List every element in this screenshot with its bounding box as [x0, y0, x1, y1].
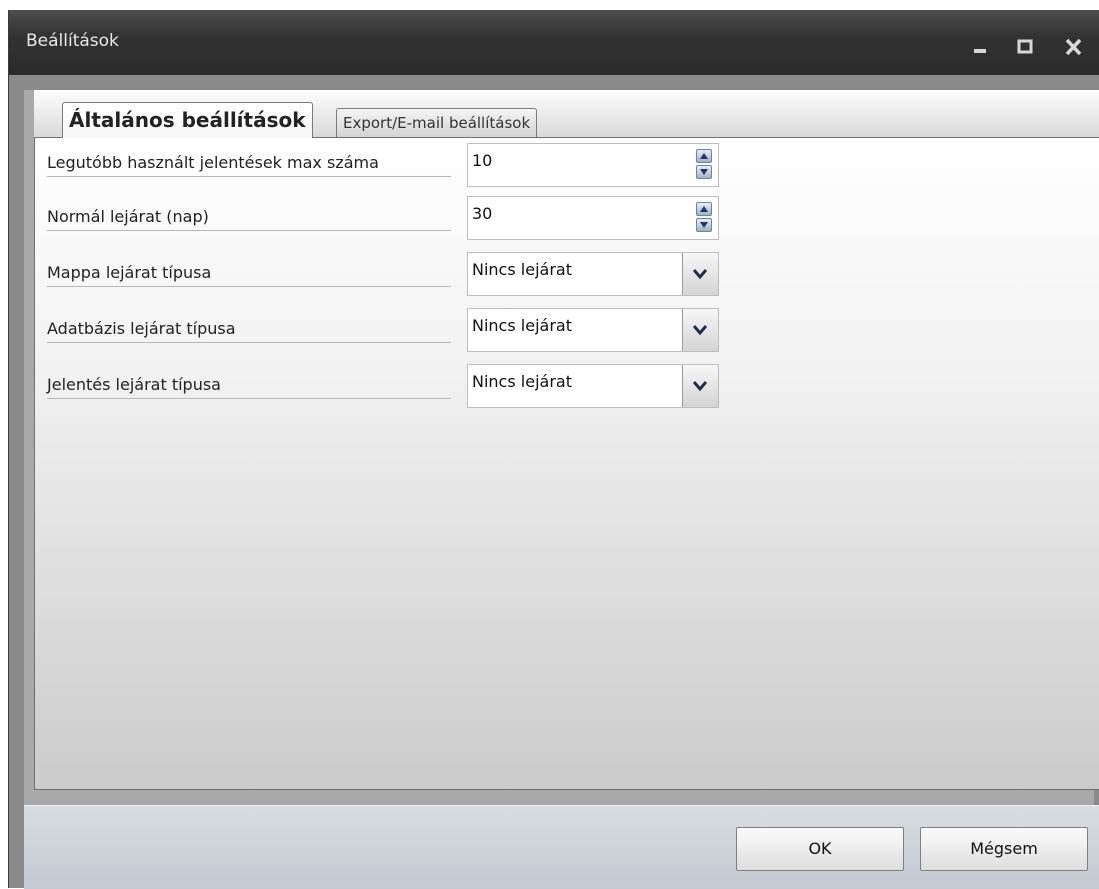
settings-window: Beállítások Általános beállítások Export… [8, 10, 1099, 889]
report-expiration-type-select[interactable]: Nincs lejárat [467, 364, 719, 408]
tab-panel-general: Legutóbb használt jelentések max száma 1… [34, 137, 1099, 790]
title-bar[interactable]: Beállítások [9, 10, 1099, 75]
tab-strip: Általános beállítások Export/E-mail beál… [34, 90, 1099, 138]
normal-expiration-value[interactable]: 30 [472, 204, 492, 223]
arrow-up-icon[interactable] [696, 202, 712, 216]
folder-expiration-type-value: Nincs lejárat [472, 260, 572, 279]
arrow-down-icon[interactable] [696, 165, 712, 179]
cancel-button[interactable]: Mégsem [920, 827, 1088, 871]
setting-label-database-expiration-type: Adatbázis lejárat típusa [47, 304, 451, 343]
chevron-down-icon[interactable] [682, 253, 718, 295]
dialog-body: Általános beállítások Export/E-mail beál… [24, 90, 1099, 805]
maximize-icon[interactable] [1017, 37, 1037, 57]
setting-label-normal-expiration: Normál lejárat (nap) [47, 192, 451, 231]
window-title: Beállítások [26, 31, 119, 51]
ok-button[interactable]: OK [736, 827, 904, 871]
close-icon[interactable] [1064, 37, 1084, 57]
recent-reports-max-spinner[interactable] [696, 148, 712, 182]
chevron-down-icon[interactable] [682, 365, 718, 407]
minimize-icon[interactable] [972, 37, 992, 57]
normal-expiration-field[interactable]: 30 [467, 196, 719, 240]
database-expiration-type-value: Nincs lejárat [472, 316, 572, 335]
setting-label-recent-reports-max: Legutóbb használt jelentések max száma [47, 138, 451, 177]
arrow-up-icon[interactable] [696, 149, 712, 163]
arrow-down-icon[interactable] [696, 218, 712, 232]
setting-label-report-expiration-type: Jelentés lejárat típusa [47, 360, 451, 399]
database-expiration-type-select[interactable]: Nincs lejárat [467, 308, 719, 352]
setting-label-folder-expiration-type: Mappa lejárat típusa [47, 248, 451, 287]
report-expiration-type-value: Nincs lejárat [472, 372, 572, 391]
recent-reports-max-value[interactable]: 10 [472, 151, 492, 170]
dialog-button-bar: OK Mégsem [24, 805, 1099, 889]
chevron-down-icon[interactable] [682, 309, 718, 351]
recent-reports-max-field[interactable]: 10 [467, 143, 719, 187]
normal-expiration-spinner[interactable] [696, 201, 712, 235]
folder-expiration-type-select[interactable]: Nincs lejárat [467, 252, 719, 296]
tab-export-email-settings[interactable]: Export/E-mail beállítások [336, 108, 538, 138]
tab-general-settings[interactable]: Általános beállítások [62, 102, 313, 138]
